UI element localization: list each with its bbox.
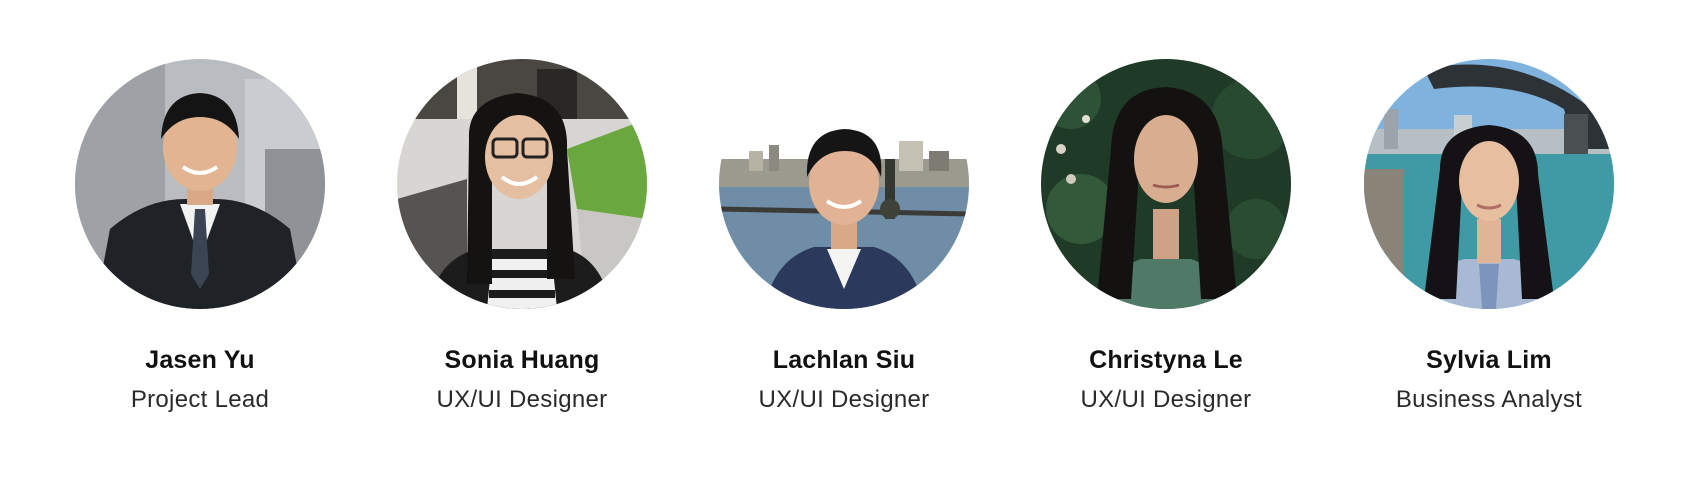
- portrait-image: [719, 59, 969, 309]
- member-photo: [1041, 59, 1291, 309]
- member-role: UX/UI Designer: [1080, 386, 1252, 413]
- member-name: Lachlan Siu: [772, 346, 916, 374]
- portrait-image: [1041, 59, 1291, 309]
- team-member-card: Sonia Huang UX/UI Designer: [377, 0, 667, 483]
- member-role: UX/UI Designer: [758, 386, 930, 413]
- team-member-card: Christyna Le UX/UI Designer: [1021, 0, 1311, 483]
- member-role: Project Lead: [130, 386, 270, 413]
- portrait-image: [75, 59, 325, 309]
- member-role: Business Analyst: [1395, 386, 1583, 413]
- member-name: Jasen Yu: [145, 346, 255, 374]
- team-members-row: Jasen Yu Project Lead Sonia Huang UX/UI …: [0, 0, 1695, 483]
- member-name: Sylvia Lim: [1426, 346, 1552, 374]
- portrait-image: [397, 59, 647, 309]
- member-role: UX/UI Designer: [436, 386, 608, 413]
- team-member-card: Sylvia Lim Business Analyst: [1344, 0, 1634, 483]
- team-member-card: Jasen Yu Project Lead: [55, 0, 345, 483]
- team-member-card: Lachlan Siu UX/UI Designer: [699, 0, 989, 483]
- member-name: Sonia Huang: [444, 346, 600, 374]
- portrait-image: [1364, 59, 1614, 309]
- member-photo: [397, 59, 647, 309]
- member-name: Christyna Le: [1089, 346, 1243, 374]
- member-photo: [719, 59, 969, 309]
- member-photo: [75, 59, 325, 309]
- member-photo: [1364, 59, 1614, 309]
